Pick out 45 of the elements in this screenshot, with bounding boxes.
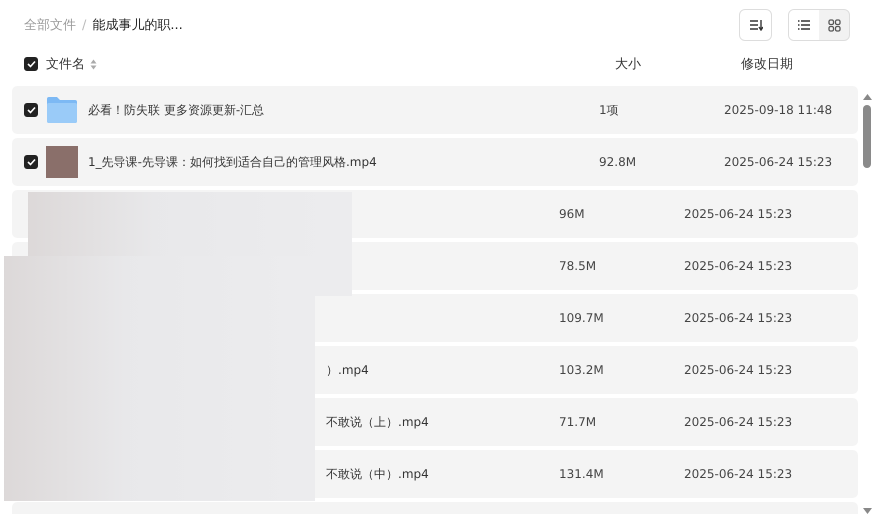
- modified-date: 2025-06-24 15:23: [684, 415, 792, 429]
- file-row[interactable]: 1_先导课-先导课：如何找到适合自己的管理风格.mp4 92.8M 2025-06-24 15:23: [12, 138, 858, 186]
- breadcrumb-separator: /: [82, 18, 86, 32]
- file-size: 78.5M: [559, 259, 598, 273]
- column-header[interactable]: 大小: [615, 55, 741, 73]
- checkmark-icon: [26, 158, 36, 166]
- row-checkbox[interactable]: [24, 155, 38, 169]
- checkmark-icon: [26, 60, 36, 68]
- modified-date: 2025-06-24 15:23: [684, 467, 792, 481]
- file-size: 92.8M: [599, 155, 638, 169]
- file-name: ）.mp4: [326, 362, 370, 378]
- modified-date: 2025-06-24 15:23: [684, 207, 792, 221]
- file-name: 不敢说（上）.mp4: [326, 414, 430, 430]
- sort-arrows-icon: [90, 58, 97, 70]
- photo-placeholder: [46, 146, 78, 178]
- list-icon: [797, 19, 811, 31]
- file-size: 131.4M: [559, 467, 605, 481]
- file-size: 71.7M: [559, 415, 598, 429]
- scrollbar-thumb[interactable]: [863, 105, 871, 168]
- modified-date: 2025-06-24 15:23: [684, 363, 792, 377]
- modified-date: 2025-06-24 15:23: [724, 155, 832, 169]
- file-size: 103.2M: [559, 363, 605, 377]
- file-row[interactable]: 必看！防失联 更多资源更新-汇总 1项 2025-09-18 11:48: [12, 86, 858, 134]
- file-size: 96M: [559, 207, 586, 221]
- file-size: 1项: [599, 102, 620, 118]
- breadcrumb-item: 能成事儿的职...: [92, 17, 183, 34]
- file-name: 不敢说（中）.mp4: [326, 466, 430, 482]
- scroll-down-icon[interactable]: [862, 508, 872, 514]
- file-name: 必看！防失联 更多资源更新-汇总: [88, 102, 266, 118]
- column-header[interactable]: 文件名: [46, 55, 85, 73]
- modified-date: 2025-06-24 15:23: [684, 311, 792, 325]
- select-all-checkbox[interactable]: [24, 57, 38, 71]
- checkmark-icon: [26, 106, 36, 114]
- modified-date: 2025-06-24 15:23: [684, 259, 792, 273]
- row-checkbox[interactable]: [24, 103, 38, 117]
- modified-date: 2025-09-18 11:48: [724, 103, 832, 117]
- grid-icon: [828, 18, 840, 32]
- folder-icon: [46, 96, 78, 124]
- file-size: 109.7M: [559, 311, 605, 325]
- sort-icon: [748, 19, 762, 31]
- list-view-button[interactable]: [789, 10, 819, 40]
- scroll-up-icon[interactable]: [862, 94, 872, 100]
- sort-button[interactable]: [739, 9, 772, 41]
- file-name: 1_先导课-先导课：如何找到适合自己的管理风格.mp4: [88, 154, 378, 170]
- column-header[interactable]: 修改日期: [741, 55, 793, 73]
